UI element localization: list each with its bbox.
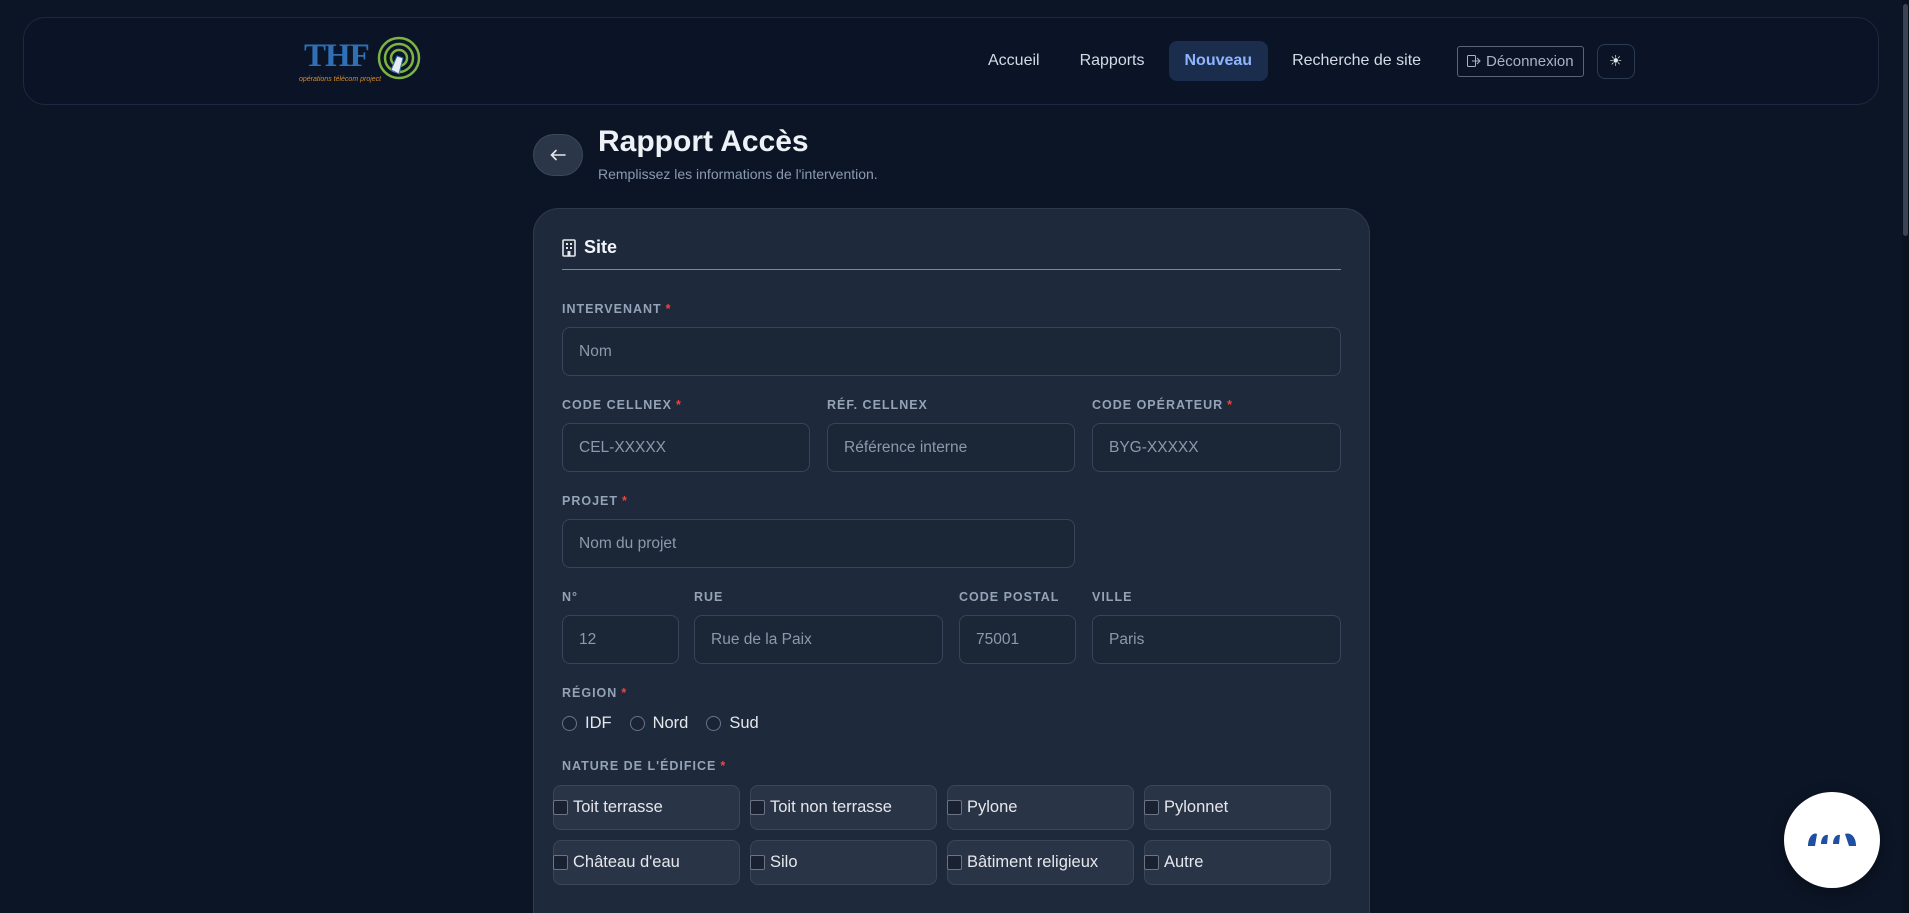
logout-button[interactable]: Déconnexion — [1457, 45, 1584, 77]
checkbox[interactable] — [1144, 800, 1159, 815]
rue-label: RUE — [694, 590, 724, 604]
nature-option-pylone[interactable]: Pylone — [947, 785, 1134, 830]
checkbox[interactable] — [947, 800, 962, 815]
region-radio-group: IDF Nord Sud — [562, 714, 759, 733]
rue-input[interactable] — [694, 615, 943, 664]
site-form-card: Site INTERVENANT* CODE CELLNEX* RÉF. CEL… — [533, 208, 1370, 913]
chat-widget-button[interactable] — [1784, 792, 1880, 888]
projet-input[interactable] — [562, 519, 1075, 568]
nav-nouveau[interactable]: Nouveau — [1168, 41, 1269, 81]
ref-cellnex-input[interactable] — [827, 423, 1075, 472]
building-icon — [562, 239, 576, 257]
nature-option-toit-terrasse[interactable]: Toit terrasse — [553, 785, 740, 830]
brand-logo[interactable]: THF opérations télécom project — [299, 36, 421, 88]
section-header: Site — [562, 237, 1341, 270]
code-cellnex-input[interactable] — [562, 423, 810, 472]
sun-icon: ☀ — [1608, 53, 1623, 70]
region-option-nord[interactable]: Nord — [629, 714, 688, 733]
nav-rapports[interactable]: Rapports — [1064, 41, 1161, 81]
nature-option-toit-non-terrasse[interactable]: Toit non terrasse — [750, 785, 937, 830]
code-cellnex-label: CODE CELLNEX * — [562, 398, 682, 412]
logo-text: THF — [304, 38, 370, 74]
chat-bot-icon — [1808, 833, 1856, 846]
nature-checkbox-grid: Toit terrasse Toit non terrasse Pylone P… — [553, 785, 1331, 885]
page-scrollbar[interactable] — [1902, 0, 1909, 913]
nature-label: NATURE DE L'ÉDIFICE * — [562, 759, 727, 773]
code-postal-input[interactable] — [959, 615, 1076, 664]
ref-cellnex-label: RÉF. CELLNEX — [827, 398, 928, 412]
main-nav: Accueil Rapports Nouveau Recherche de si… — [972, 41, 1635, 81]
ville-label: VILLE — [1092, 590, 1133, 604]
checkbox[interactable] — [750, 855, 765, 870]
nature-option-batiment-religieux[interactable]: Bâtiment religieux — [947, 840, 1134, 885]
code-operateur-label: CODE OPÉRATEUR * — [1092, 398, 1234, 412]
radio-button[interactable] — [562, 716, 577, 731]
nav-recherche-site[interactable]: Recherche de site — [1276, 41, 1437, 81]
region-option-idf[interactable]: IDF — [562, 714, 612, 733]
section-title: Site — [584, 237, 618, 257]
scrollbar-thumb[interactable] — [1903, 4, 1908, 236]
arrow-left-icon — [550, 149, 566, 161]
radio-button[interactable] — [706, 716, 722, 731]
page-title: Rapport Accès — [598, 125, 809, 158]
page-subtitle: Remplissez les informations de l'interve… — [598, 166, 878, 182]
nature-option-pylonnet[interactable]: Pylonnet — [1144, 785, 1331, 830]
nature-option-chateau-eau[interactable]: Château d'eau — [553, 840, 740, 885]
checkbox[interactable] — [1144, 855, 1159, 870]
intervenant-input[interactable] — [562, 327, 1341, 376]
checkbox[interactable] — [553, 855, 568, 870]
logo-tagline: opérations télécom project — [299, 76, 382, 83]
checkbox[interactable] — [553, 800, 568, 815]
top-header: THF opérations télécom project Accueil R… — [23, 17, 1879, 105]
logout-icon — [1467, 55, 1481, 67]
nav-accueil[interactable]: Accueil — [972, 41, 1056, 81]
code-postal-label: CODE POSTAL — [959, 590, 1060, 604]
logout-label: Déconnexion — [1486, 52, 1574, 70]
radio-button[interactable] — [629, 716, 645, 731]
back-button[interactable] — [533, 134, 583, 176]
region-option-sud[interactable]: Sud — [706, 714, 759, 733]
checkbox[interactable] — [750, 800, 765, 815]
numero-input[interactable] — [562, 615, 679, 664]
code-operateur-input[interactable] — [1092, 423, 1341, 472]
nature-option-silo[interactable]: Silo — [750, 840, 937, 885]
region-label: RÉGION * — [562, 686, 628, 700]
theme-toggle-button[interactable]: ☀ — [1596, 43, 1635, 79]
signal-rings-icon — [377, 36, 421, 80]
checkbox[interactable] — [947, 855, 962, 870]
ville-input[interactable] — [1092, 615, 1341, 664]
nature-option-autre[interactable]: Autre — [1144, 840, 1331, 885]
intervenant-label: INTERVENANT * — [562, 302, 672, 316]
projet-label: PROJET * — [562, 494, 628, 508]
numero-label: N° — [562, 590, 579, 604]
